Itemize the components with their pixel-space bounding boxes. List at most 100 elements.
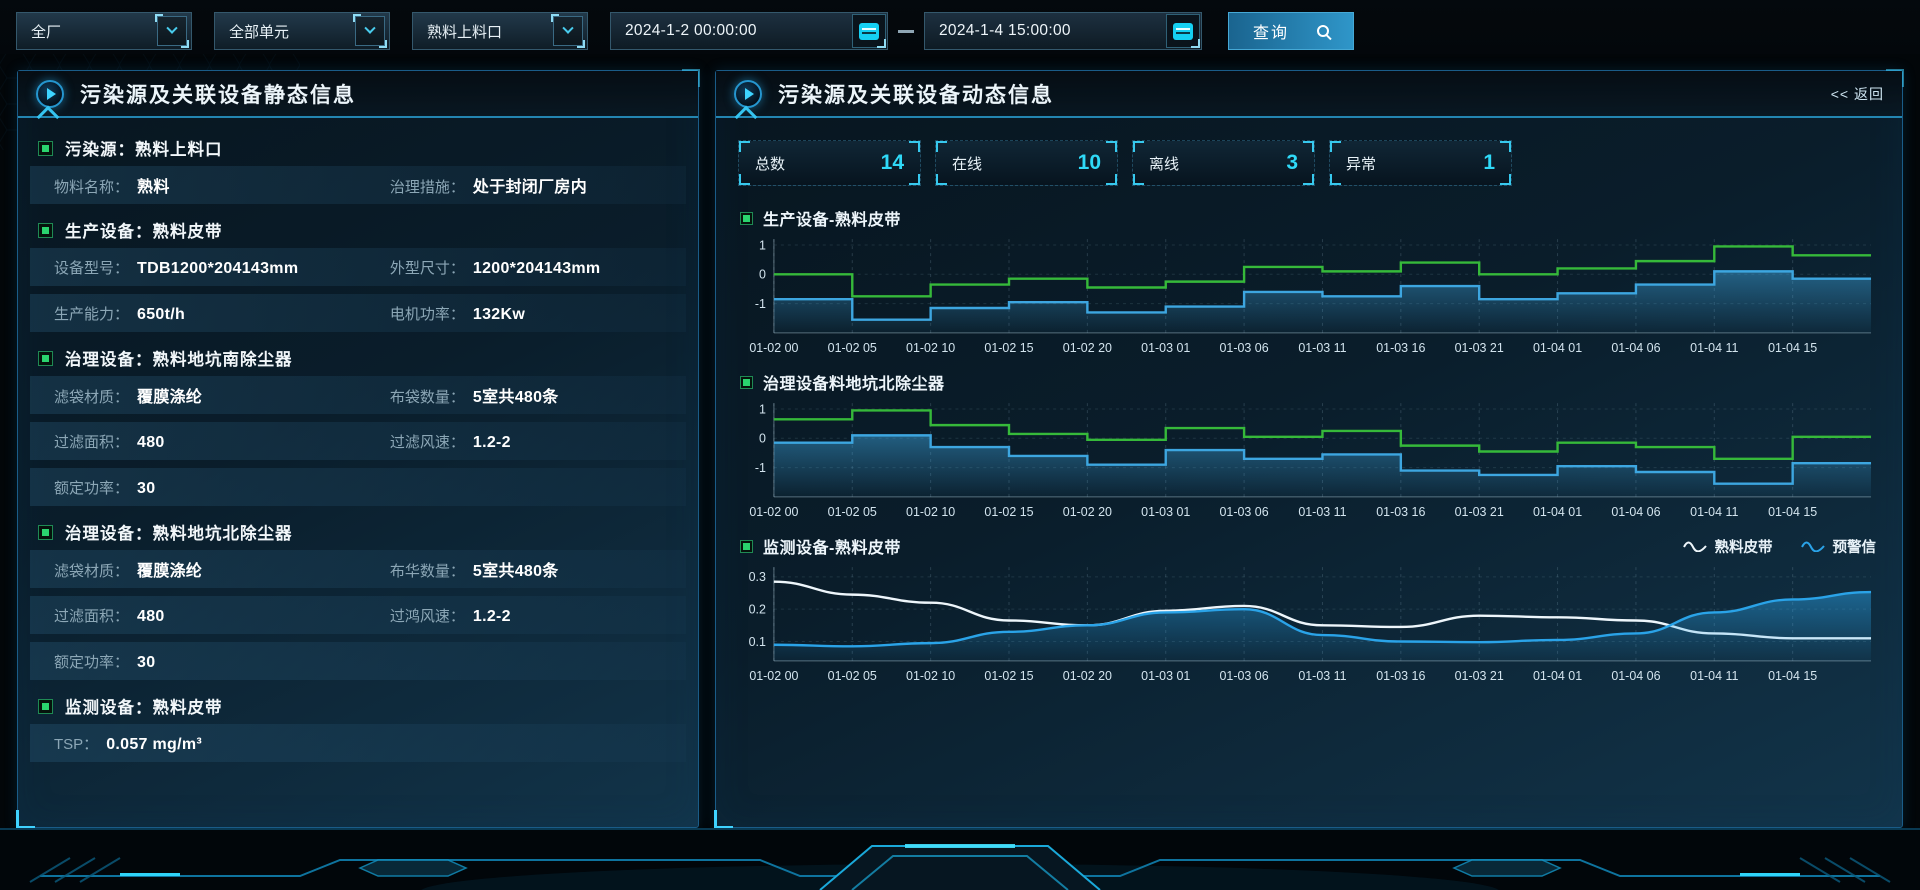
field-label: 滤袋材质： <box>54 386 129 407</box>
svg-text:1: 1 <box>759 238 766 252</box>
field-value: 30 <box>137 480 155 498</box>
field-cell: 设备型号：TDB1200*204143mm <box>54 257 390 278</box>
field-label: 生产能力： <box>54 303 129 324</box>
field-label: 布华数量： <box>390 560 465 581</box>
legend-item[interactable]: 熟料皮带 <box>1683 536 1773 557</box>
field-label: 物料名称： <box>54 176 129 197</box>
field-row: 过滤面积：480过鸿风速：1.2-2 <box>30 596 686 634</box>
source-select-value: 熟料上料口 <box>427 21 502 42</box>
section-header: 生产设备：熟料皮带 <box>30 212 686 248</box>
plant-select-value: 全厂 <box>31 21 61 42</box>
field-value: TDB1200*204143mm <box>137 260 298 278</box>
field-row: 设备型号：TDB1200*204143mm外型尺寸：1200*204143mm <box>30 248 686 286</box>
wave-line-icon <box>1683 540 1707 552</box>
field-label: 外型尺寸： <box>390 257 465 278</box>
chart-canvas: 10-101-02 0001-02 0501-02 1001-02 1501-0… <box>738 233 1880 361</box>
stat-card-3: 异常1 <box>1329 140 1512 186</box>
green-square-icon <box>740 376 753 389</box>
field-value: 覆膜涤纶 <box>137 557 202 581</box>
svg-text:01-03 16: 01-03 16 <box>1376 341 1425 355</box>
field-cell: 电机功率： 132Kw <box>390 303 676 324</box>
green-square-icon <box>38 223 53 238</box>
field-value: 5室共480条 <box>473 557 559 581</box>
chart-canvas: 0.30.20.101-02 0001-02 0501-02 1001-02 1… <box>738 561 1880 689</box>
stat-value: 10 <box>1078 151 1101 175</box>
field-cell: TSP：0.057 mg/m³ <box>54 733 390 754</box>
field-label: 滤袋材质： <box>54 560 129 581</box>
stat-label: 总数 <box>755 153 785 174</box>
field-row: 过滤面积：480过滤风速：1.2-2 <box>30 422 686 460</box>
svg-text:01-04 11: 01-04 11 <box>1690 669 1738 683</box>
stat-label: 离线 <box>1149 153 1179 174</box>
dynamic-panel-header: 污染源及关联设备动态信息 << 返回 <box>716 71 1902 118</box>
legend-item[interactable]: 预警信 <box>1801 536 1877 557</box>
field-label: 额定功率： <box>54 651 129 672</box>
field-value: 480 <box>137 434 165 452</box>
calendar-icon[interactable] <box>852 14 886 48</box>
svg-text:01-04 01: 01-04 01 <box>1533 341 1582 355</box>
unit-select[interactable]: 全部单元 <box>214 12 390 50</box>
dynamic-panel-title: 污染源及关联设备动态信息 <box>778 79 1054 109</box>
svg-text:01-03 01: 01-03 01 <box>1141 505 1190 519</box>
chart-title: 监测设备-熟料皮带 <box>763 534 901 558</box>
unit-select-value: 全部单元 <box>229 21 289 42</box>
svg-text:01-03 21: 01-03 21 <box>1455 505 1504 519</box>
field-label: TSP： <box>54 733 98 754</box>
plant-select[interactable]: 全厂 <box>16 12 192 50</box>
svg-text:-1: -1 <box>755 297 766 311</box>
field-cell: 额定功率：30 <box>54 651 390 672</box>
chart-title-row: 监测设备-熟料皮带 熟料皮带 预警信 <box>740 534 1880 558</box>
play-icon <box>36 80 64 108</box>
legend-label: 熟料皮带 <box>1715 536 1773 557</box>
chevron-down-icon[interactable] <box>355 16 385 46</box>
field-value: 5室共480条 <box>473 383 559 407</box>
static-panel-title: 污染源及关联设备静态信息 <box>80 79 356 109</box>
svg-text:01-03 21: 01-03 21 <box>1455 341 1504 355</box>
chart-block-0: 生产设备-熟料皮带10-101-02 0001-02 0501-02 1001-… <box>738 206 1880 361</box>
chevron-down-icon[interactable] <box>553 16 583 46</box>
green-square-icon <box>38 699 53 714</box>
end-datetime-input[interactable]: 2024-1-4 15:00:00 <box>924 12 1202 50</box>
svg-text:01-04 11: 01-04 11 <box>1690 505 1738 519</box>
svg-text:0: 0 <box>759 268 766 282</box>
field-value: 480 <box>137 608 165 626</box>
field-label: 电机功率： <box>390 303 465 324</box>
green-square-icon <box>38 351 53 366</box>
chart-legend: 熟料皮带 预警信 <box>1683 536 1881 557</box>
search-icon <box>1317 25 1329 37</box>
svg-text:01-03 11: 01-03 11 <box>1298 669 1346 683</box>
back-button[interactable]: << 返回 <box>1831 84 1884 104</box>
chevron-down-icon[interactable] <box>157 16 187 46</box>
green-square-icon <box>740 540 753 553</box>
field-cell: 额定功率：30 <box>54 477 390 498</box>
field-cell: 过滤风速：1.2-2 <box>390 431 676 452</box>
field-value: 650t/h <box>137 306 185 324</box>
field-value: 132Kw <box>473 306 525 324</box>
field-row: TSP：0.057 mg/m³ <box>30 724 686 762</box>
query-button[interactable]: 查询 <box>1228 12 1354 50</box>
svg-text:01-03 11: 01-03 11 <box>1298 505 1346 519</box>
stat-card-0: 总数14 <box>738 140 921 186</box>
field-value: 处于封闭厂房内 <box>473 173 587 197</box>
play-icon <box>734 80 762 108</box>
section-title: 污染源：熟料上料口 <box>65 136 223 160</box>
svg-text:01-04 11: 01-04 11 <box>1690 341 1738 355</box>
chart-canvas: 10-101-02 0001-02 0501-02 1001-02 1501-0… <box>738 397 1880 525</box>
calendar-icon[interactable] <box>1166 14 1200 48</box>
svg-text:01-03 01: 01-03 01 <box>1141 341 1190 355</box>
green-square-icon <box>38 525 53 540</box>
field-row: 滤袋材质： 覆膜涤纶 布华数量： 5室共480条 <box>30 550 686 588</box>
source-select[interactable]: 熟料上料口 <box>412 12 588 50</box>
svg-text:01-02 20: 01-02 20 <box>1063 341 1112 355</box>
svg-text:0.1: 0.1 <box>749 635 766 649</box>
svg-text:01-02 20: 01-02 20 <box>1063 669 1112 683</box>
start-datetime-input[interactable]: 2024-1-2 00:00:00 <box>610 12 888 50</box>
legend-label: 预警信 <box>1833 536 1877 557</box>
field-row: 滤袋材质：覆膜涤纶布袋数量：5室共480条 <box>30 376 686 414</box>
svg-text:01-04 06: 01-04 06 <box>1611 669 1660 683</box>
wave-line-icon <box>1801 540 1825 552</box>
chart-title-row: 生产设备-熟料皮带 <box>740 206 1880 230</box>
section-header: 治理设备：熟料地坑北除尘器 <box>30 514 686 550</box>
static-panel-header: 污染源及关联设备静态信息 <box>18 71 698 118</box>
main-content: 污染源及关联设备静态信息 污染源：熟料上料口物料名称：熟料治理措施：处于封闭厂房… <box>17 70 1903 828</box>
